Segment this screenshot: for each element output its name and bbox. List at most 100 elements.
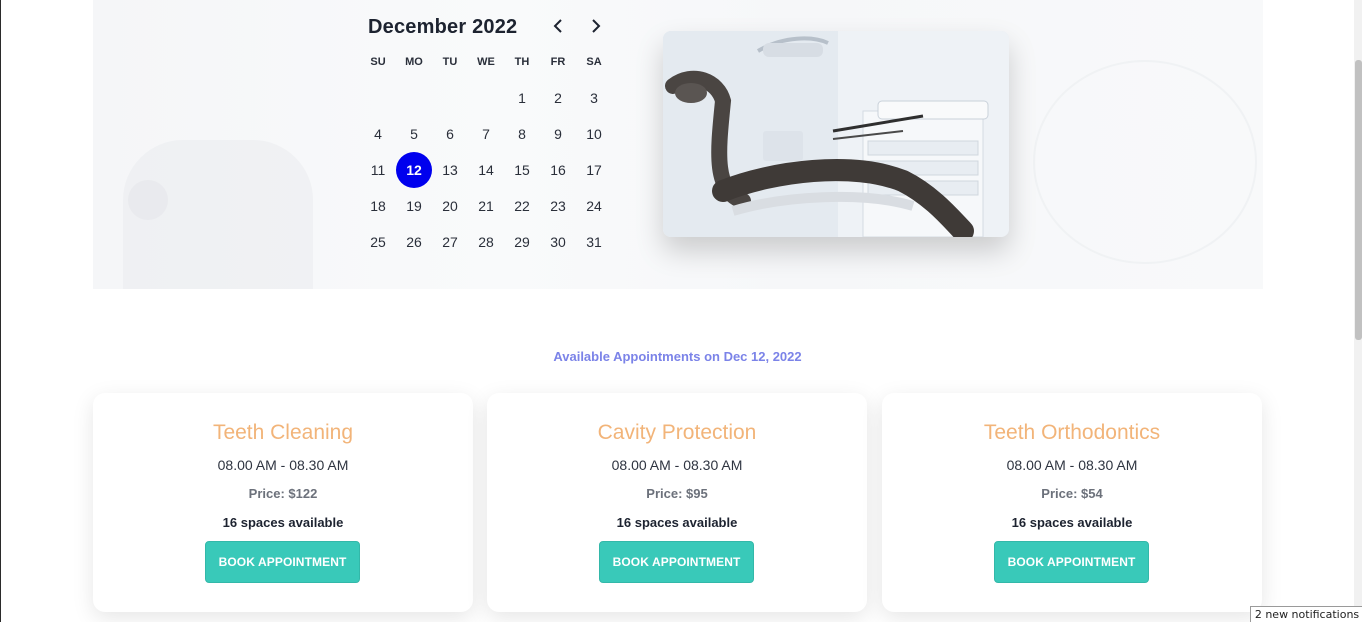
calendar-day[interactable]: 6 (432, 116, 468, 152)
day-number: 25 (370, 234, 386, 250)
calendar-day[interactable]: 19 (396, 188, 432, 224)
price: Price: $54 (1041, 486, 1103, 501)
weekday-header-row: SU MO TU WE TH FR SA (360, 56, 612, 72)
day-number: 9 (554, 126, 562, 142)
calendar-day[interactable]: 14 (468, 152, 504, 188)
day-number: 11 (370, 162, 386, 178)
scrollbar-thumb[interactable] (1355, 60, 1362, 340)
calendar-day[interactable]: 18 (360, 188, 396, 224)
calendar-day[interactable]: 17 (576, 152, 612, 188)
appointment-card: Teeth Cleaning 08.00 AM - 08.30 AM Price… (93, 393, 473, 612)
calendar-day[interactable]: 31 (576, 224, 612, 260)
empty-day-cell (396, 80, 432, 116)
calendar-day[interactable]: 9 (540, 116, 576, 152)
previous-month-button[interactable] (548, 16, 568, 36)
day-number: 17 (586, 162, 602, 178)
calendar-day[interactable]: 23 (540, 188, 576, 224)
day-number: 27 (442, 234, 458, 250)
date-picker: December 2022 SU MO TU WE TH FR SA 1 2 3 4 5 6 7 8 9 10… (360, 10, 612, 260)
calendar-day[interactable]: 4 (360, 116, 396, 152)
calendar-day[interactable]: 8 (504, 116, 540, 152)
weekday-label: FR (550, 56, 566, 68)
calendar-day[interactable]: 13 (432, 152, 468, 188)
calendar-day[interactable]: 5 (396, 116, 432, 152)
dental-chair-photo (663, 31, 1009, 237)
day-number: 8 (518, 126, 526, 142)
day-number: 21 (478, 198, 494, 214)
calendar-header: December 2022 (360, 10, 612, 44)
price: Price: $122 (248, 486, 318, 501)
days-grid: 1 2 3 4 5 6 7 8 9 10 11 12 13 14 15 16 17 18 19 20 21 22 23 24 2… (360, 80, 612, 260)
calendar-day[interactable]: 2 (540, 80, 576, 116)
next-month-button[interactable] (586, 16, 606, 36)
calendar-day[interactable]: 25 (360, 224, 396, 260)
price: Price: $95 (646, 486, 708, 501)
available-appointments-heading: Available Appointments on Dec 12, 2022 (553, 349, 802, 364)
chevron-right-icon (592, 19, 601, 33)
selected-day-number: 12 (396, 152, 432, 188)
book-appointment-button[interactable]: BOOK APPOINTMENT (994, 541, 1149, 583)
day-number: 15 (514, 162, 530, 178)
day-number: 16 (550, 162, 566, 178)
day-number: 7 (482, 126, 490, 142)
service-title: Teeth Cleaning (212, 421, 354, 444)
day-number: 23 (550, 198, 566, 214)
appointment-card: Cavity Protection 08.00 AM - 08.30 AM Pr… (487, 393, 867, 612)
time-slot: 08.00 AM - 08.30 AM (611, 457, 743, 473)
day-number: 22 (514, 198, 530, 214)
day-number: 20 (442, 198, 458, 214)
weekday-label: MO (405, 56, 423, 68)
calendar-day[interactable]: 24 (576, 188, 612, 224)
empty-day-cell (468, 80, 504, 116)
weekday-label: WE (477, 56, 495, 68)
chevron-left-icon (553, 19, 562, 33)
calendar-day[interactable]: 20 (432, 188, 468, 224)
calendar-day[interactable]: 11 (360, 152, 396, 188)
calendar-day[interactable]: 27 (432, 224, 468, 260)
weekday-label: SA (586, 56, 602, 68)
day-number: 30 (550, 234, 566, 250)
time-slot: 08.00 AM - 08.30 AM (217, 457, 349, 473)
book-appointment-button[interactable]: BOOK APPOINTMENT (599, 541, 754, 583)
spaces-available: 16 spaces available (616, 515, 738, 530)
empty-day-cell (360, 80, 396, 116)
calendar-day[interactable]: 7 (468, 116, 504, 152)
day-number: 14 (478, 162, 494, 178)
background-equipment-shape (1033, 60, 1257, 264)
day-number: 31 (586, 234, 602, 250)
day-number: 1 (518, 90, 526, 106)
page: December 2022 SU MO TU WE TH FR SA 1 2 3 4 5 6 7 8 9 10… (0, 0, 1362, 622)
weekday-label: TU (442, 56, 458, 68)
calendar-day[interactable]: 29 (504, 224, 540, 260)
calendar-day[interactable]: 21 (468, 188, 504, 224)
service-title: Teeth Orthodontics (983, 421, 1161, 444)
empty-day-cell (432, 80, 468, 116)
window-edge (0, 0, 1, 622)
day-number: 18 (370, 198, 386, 214)
calendar-day[interactable]: 1 (504, 80, 540, 116)
day-number: 24 (586, 198, 602, 214)
day-number: 6 (446, 126, 454, 142)
selected-day[interactable]: 12 (396, 152, 432, 188)
day-number: 10 (586, 126, 602, 142)
day-number: 4 (374, 126, 382, 142)
spaces-available: 16 spaces available (1011, 515, 1133, 530)
day-number: 29 (514, 234, 530, 250)
calendar-day[interactable]: 15 (504, 152, 540, 188)
day-number: 26 (406, 234, 422, 250)
book-appointment-button[interactable]: BOOK APPOINTMENT (205, 541, 360, 583)
day-number: 2 (554, 90, 562, 106)
time-slot: 08.00 AM - 08.30 AM (1006, 457, 1138, 473)
service-title: Cavity Protection (597, 421, 757, 444)
appointment-card: Teeth Orthodontics 08.00 AM - 08.30 AM P… (882, 393, 1262, 612)
calendar-day[interactable]: 22 (504, 188, 540, 224)
calendar-day[interactable]: 28 (468, 224, 504, 260)
calendar-day[interactable]: 30 (540, 224, 576, 260)
background-lamp-shape (128, 180, 168, 220)
calendar-day[interactable]: 16 (540, 152, 576, 188)
day-number: 19 (406, 198, 422, 214)
calendar-day[interactable]: 3 (576, 80, 612, 116)
calendar-day[interactable]: 10 (576, 116, 612, 152)
notifications-toast[interactable]: 2 new notifications (1250, 606, 1362, 622)
calendar-day[interactable]: 26 (396, 224, 432, 260)
